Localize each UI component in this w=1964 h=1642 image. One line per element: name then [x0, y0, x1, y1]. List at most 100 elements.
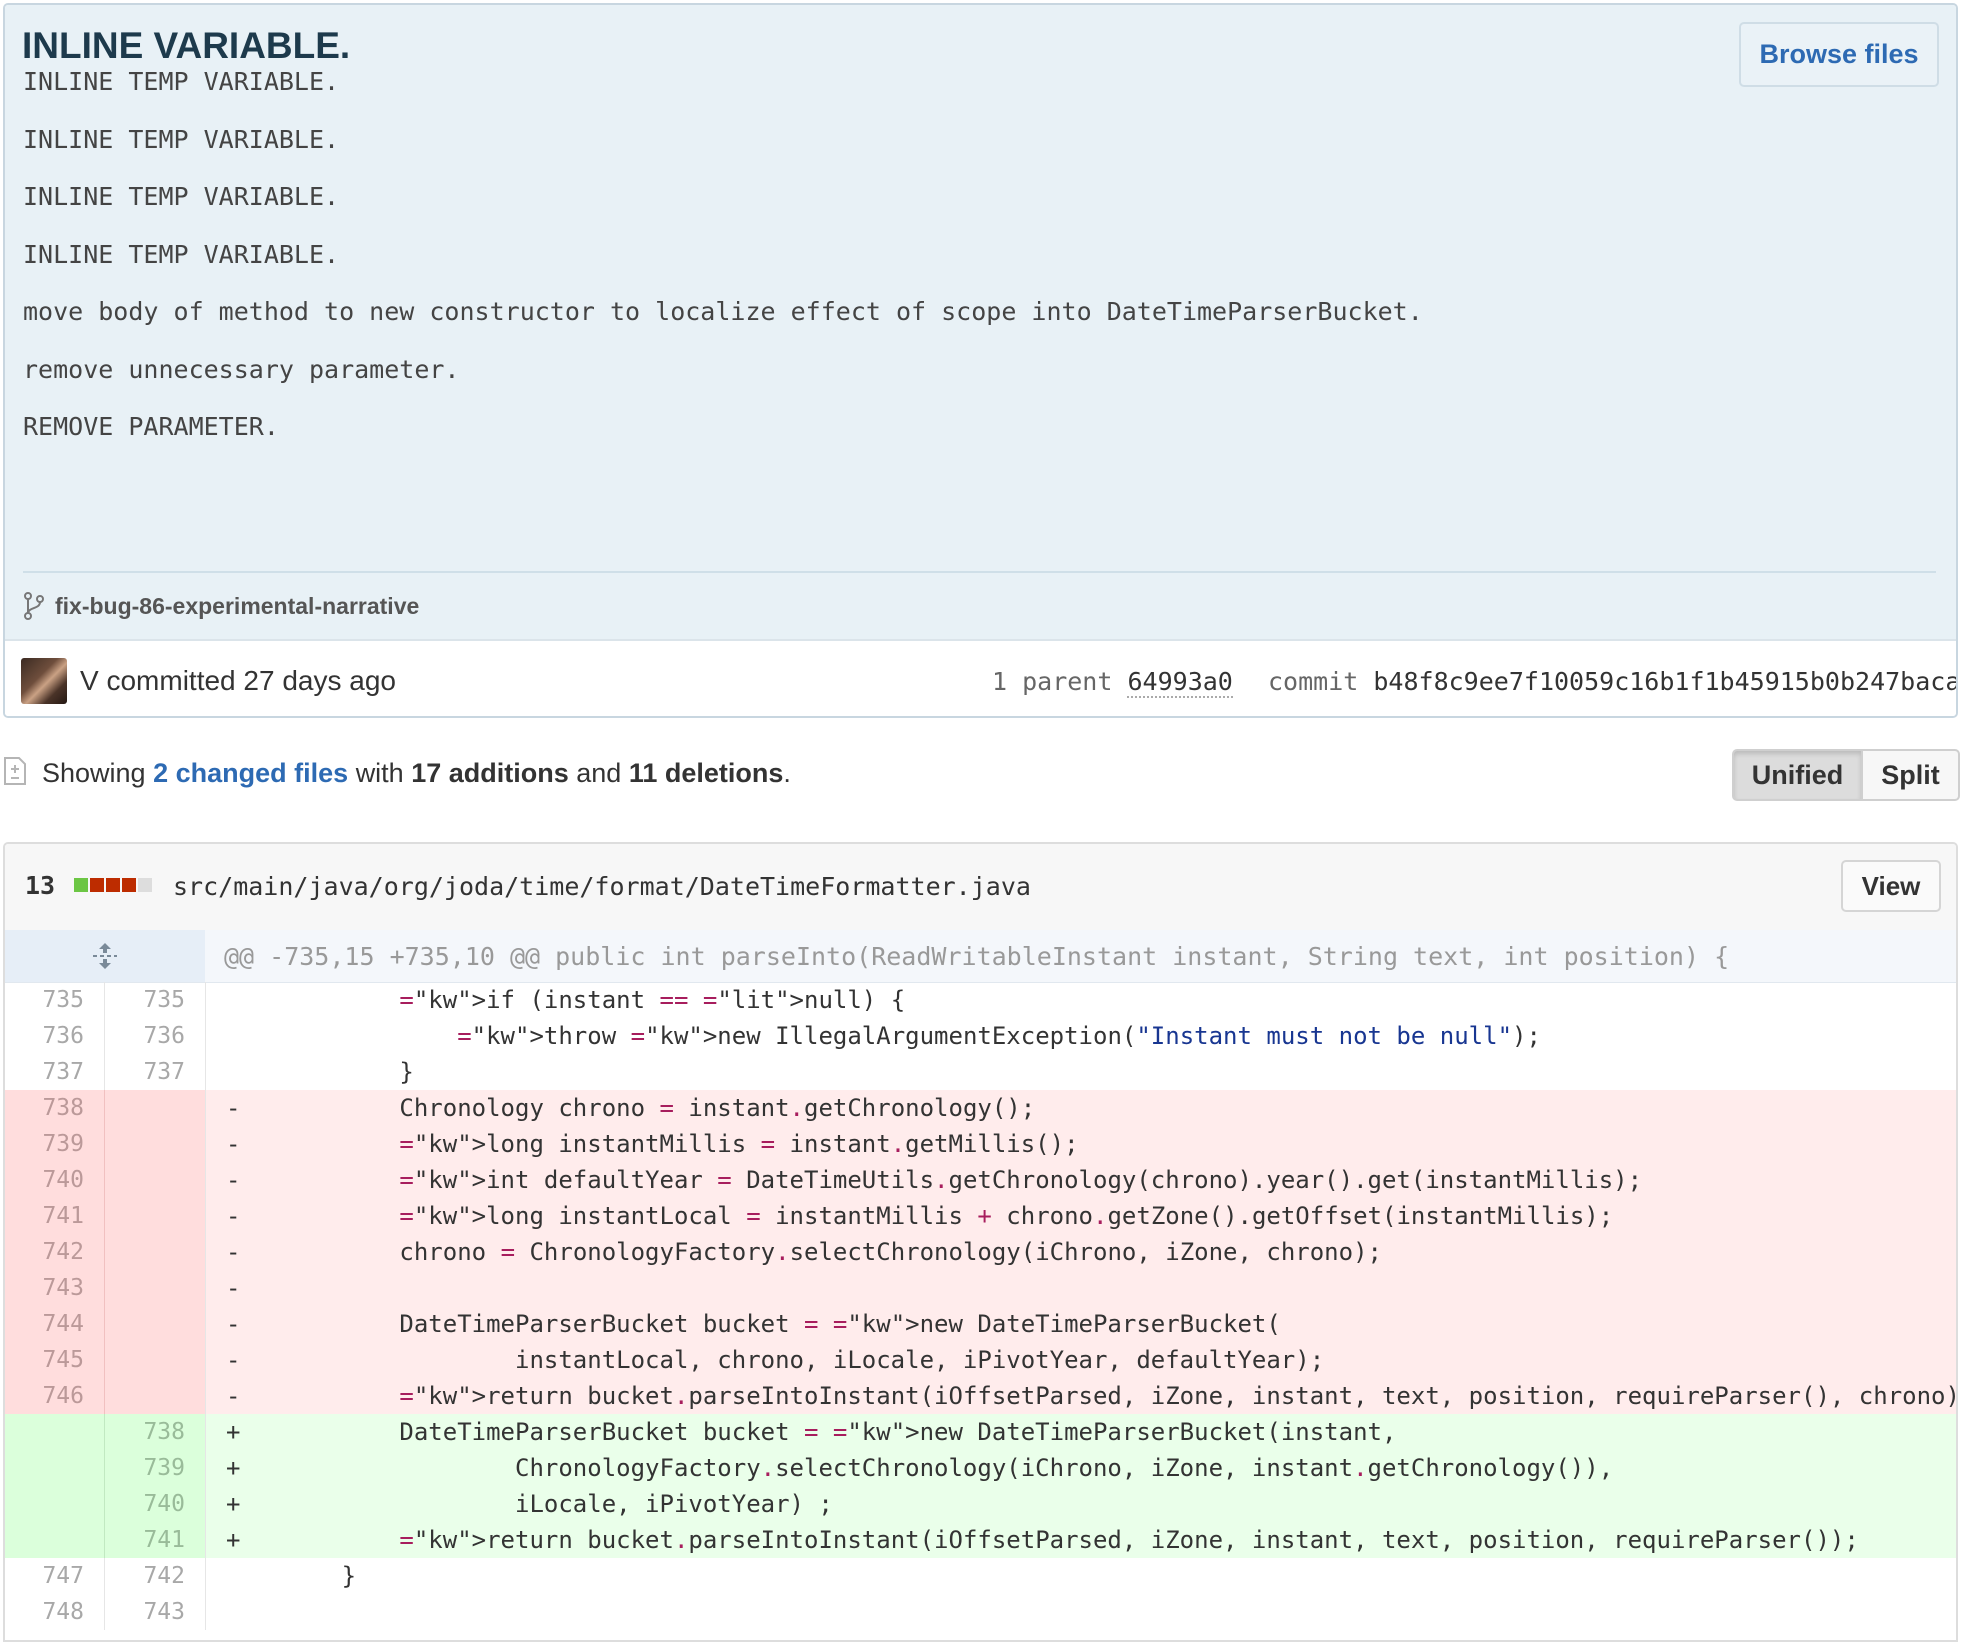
code-line: + DateTimeParserBucket bucket = ="kw">ne…: [205, 1414, 1956, 1450]
context-line: 748 743: [5, 1594, 1956, 1630]
old-line-number[interactable]: 740: [5, 1162, 105, 1198]
view-file-button[interactable]: View: [1841, 860, 1941, 912]
code-line: + iLocale, iPivotYear) ;: [205, 1486, 1956, 1522]
new-line-number[interactable]: [105, 1162, 205, 1198]
diff-marker: -: [226, 1202, 241, 1230]
new-line-number[interactable]: [105, 1126, 205, 1162]
diffstat-block-del: [90, 878, 104, 892]
code-line: - ="kw">return bucket.parseIntoInstant(i…: [205, 1378, 1956, 1414]
code-text: }: [283, 1562, 357, 1590]
new-line-number[interactable]: 737: [105, 1054, 205, 1090]
git-branch-icon: [24, 592, 44, 620]
old-line-number[interactable]: 743: [5, 1270, 105, 1306]
file-diff: 13 src/main/java/org/joda/time/format/Da…: [3, 842, 1958, 1642]
avatar[interactable]: [21, 658, 67, 704]
new-line-number[interactable]: 741: [105, 1522, 205, 1558]
new-line-number[interactable]: [105, 1270, 205, 1306]
commit-sha: b48f8c9ee7f10059c16b1f1b45915b0b247baca9: [1373, 667, 1958, 696]
commit-title: INLINE VARIABLE.: [22, 25, 351, 66]
new-line-number[interactable]: [105, 1198, 205, 1234]
code-text: Chronology chrono = instant.getChronolog…: [283, 1094, 1036, 1122]
code-line: }: [205, 1054, 1956, 1090]
changed-files-link[interactable]: 2 changed files: [153, 758, 348, 788]
diffstat-block-add: [74, 878, 88, 892]
new-line-number[interactable]: 735: [105, 982, 205, 1018]
old-line-number[interactable]: 747: [5, 1558, 105, 1594]
code-line: + ="kw">return bucket.parseIntoInstant(i…: [205, 1522, 1956, 1558]
old-line-number[interactable]: [5, 1414, 105, 1450]
new-line-number[interactable]: 738: [105, 1414, 205, 1450]
old-line-number[interactable]: 746: [5, 1378, 105, 1414]
author-name[interactable]: V: [80, 665, 99, 696]
expand-hunk-button[interactable]: [5, 930, 205, 982]
old-line-number[interactable]: 735: [5, 982, 105, 1018]
diff-marker: [226, 1598, 240, 1626]
commit-header: INLINE VARIABLE. Browse files INLINE TEM…: [5, 5, 1956, 639]
new-line-number[interactable]: [105, 1306, 205, 1342]
new-line-number[interactable]: [105, 1378, 205, 1414]
diff-marker: +: [226, 1418, 241, 1446]
new-line-number[interactable]: [105, 1342, 205, 1378]
code-text: DateTimeParserBucket bucket = ="kw">new …: [283, 1310, 1281, 1338]
diffstat-block-del: [122, 878, 136, 892]
diff-marker: [226, 1058, 240, 1086]
old-line-number[interactable]: 736: [5, 1018, 105, 1054]
code-line: + ChronologyFactory.selectChronology(iCh…: [205, 1450, 1956, 1486]
code-line: ="kw">throw ="kw">new IllegalArgumentExc…: [205, 1018, 1956, 1054]
diffstat-block-del: [106, 878, 120, 892]
diff-marker: -: [226, 1382, 241, 1410]
code-text: iLocale, iPivotYear) ;: [283, 1490, 833, 1518]
summary-showing: Showing: [42, 758, 146, 788]
new-line-number[interactable]: 742: [105, 1558, 205, 1594]
commit-label: commit: [1268, 667, 1359, 696]
old-line-number[interactable]: 739: [5, 1126, 105, 1162]
diff-marker: +: [226, 1526, 241, 1554]
browse-files-button[interactable]: Browse files: [1739, 22, 1939, 87]
new-line-number[interactable]: 740: [105, 1486, 205, 1522]
code-text: ="kw">throw ="kw">new IllegalArgumentExc…: [457, 1022, 1541, 1050]
file-path[interactable]: src/main/java/org/joda/time/format/DateT…: [173, 872, 1031, 901]
old-line-number[interactable]: [5, 1486, 105, 1522]
diff-summary-text: Showing 2 changed files with 17 addition…: [42, 758, 791, 789]
commit-message-line: REMOVE PARAMETER.: [23, 412, 279, 441]
unified-button[interactable]: Unified: [1732, 749, 1863, 801]
code-line: - instantLocal, chrono, iLocale, iPivotY…: [205, 1342, 1956, 1378]
new-line-number[interactable]: 736: [105, 1018, 205, 1054]
old-line-number[interactable]: [5, 1522, 105, 1558]
parent-sha-link[interactable]: 64993a0: [1127, 667, 1233, 698]
diff-marker: -: [226, 1094, 241, 1122]
code-line: ="kw">if (instant == ="lit">null) {: [205, 982, 1956, 1018]
old-line-number[interactable]: 745: [5, 1342, 105, 1378]
new-line-number[interactable]: [105, 1090, 205, 1126]
old-line-number[interactable]: 742: [5, 1234, 105, 1270]
new-line-number[interactable]: 739: [105, 1450, 205, 1486]
code-line: }: [205, 1558, 1956, 1594]
additions-count: 17 additions: [411, 758, 569, 788]
old-line-number[interactable]: [5, 1450, 105, 1486]
diff-marker: [226, 1022, 240, 1050]
deleted-line: 739 - ="kw">long instantMillis = instant.…: [5, 1126, 1956, 1162]
code-line: - ="kw">int defaultYear = DateTimeUtils.…: [205, 1162, 1956, 1198]
file-diff-icon: [4, 757, 26, 785]
parent-label: 1 parent: [992, 667, 1113, 696]
code-line: - DateTimeParserBucket bucket = ="kw">ne…: [205, 1306, 1956, 1342]
new-line-number[interactable]: 743: [105, 1594, 205, 1630]
branch-name[interactable]: fix-bug-86-experimental-narrative: [55, 593, 419, 620]
divider: [23, 571, 1936, 573]
deleted-line: 744 - DateTimeParserBucket bucket = ="kw"…: [5, 1306, 1956, 1342]
hunk-header: @@ -735,15 +735,10 @@ public int parseIn…: [5, 930, 1956, 983]
new-line-number[interactable]: [105, 1234, 205, 1270]
split-button[interactable]: Split: [1863, 749, 1960, 801]
diffstat-bar: [74, 878, 152, 892]
context-line: 747 742 }: [5, 1558, 1956, 1594]
unfold-icon: [93, 943, 117, 969]
added-line: 738 + DateTimeParserBucket bucket = ="kw"…: [5, 1414, 1956, 1450]
deleted-line: 746 - ="kw">return bucket.parseIntoInstan…: [5, 1378, 1956, 1414]
old-line-number[interactable]: 748: [5, 1594, 105, 1630]
old-line-number[interactable]: 741: [5, 1198, 105, 1234]
old-line-number[interactable]: 744: [5, 1306, 105, 1342]
old-line-number[interactable]: 737: [5, 1054, 105, 1090]
file-change-count: 13: [25, 871, 56, 900]
diff-marker: [226, 1562, 240, 1590]
old-line-number[interactable]: 738: [5, 1090, 105, 1126]
